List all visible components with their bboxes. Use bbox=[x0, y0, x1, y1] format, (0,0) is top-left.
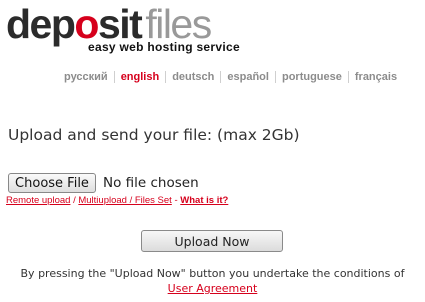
lang-espanol[interactable]: español bbox=[220, 71, 275, 83]
lang-francais[interactable]: français bbox=[347, 71, 403, 83]
lang-deutsch[interactable]: deutsch bbox=[165, 71, 220, 83]
depositfiles-logo[interactable]: depositfiles bbox=[6, 1, 212, 47]
lang-russian[interactable]: русский bbox=[58, 71, 114, 83]
what-is-it-link[interactable]: What is it? bbox=[180, 195, 228, 206]
agreement-notice: By pressing the "Upload Now" button you … bbox=[0, 266, 425, 296]
agreement-text: By pressing the "Upload Now" button you … bbox=[20, 267, 405, 280]
link-dash: - bbox=[171, 195, 181, 206]
lang-portuguese[interactable]: portuguese bbox=[274, 71, 348, 83]
language-selector: русский english deutsch español portuguese fr… bbox=[58, 71, 420, 83]
upload-heading: Upload and send your file: (max 2Gb) bbox=[8, 126, 300, 144]
tagline: easy web hosting service bbox=[88, 40, 240, 54]
no-file-chosen-text: No file chosen bbox=[103, 175, 199, 191]
remote-upload-link[interactable]: Remote upload bbox=[6, 195, 70, 206]
lang-english[interactable]: english bbox=[113, 71, 166, 83]
logo-text-dep: dep bbox=[6, 1, 76, 47]
multiupload-link[interactable]: Multiupload / Files Set bbox=[78, 195, 171, 206]
file-input-row: Choose File No file chosen bbox=[8, 173, 199, 193]
upload-options-links: Remote upload / Multiupload / Files Set … bbox=[6, 195, 228, 206]
choose-file-button[interactable]: Choose File bbox=[8, 173, 96, 193]
upload-now-button[interactable]: Upload Now bbox=[141, 230, 283, 252]
user-agreement-link[interactable]: User Agreement bbox=[168, 282, 258, 295]
